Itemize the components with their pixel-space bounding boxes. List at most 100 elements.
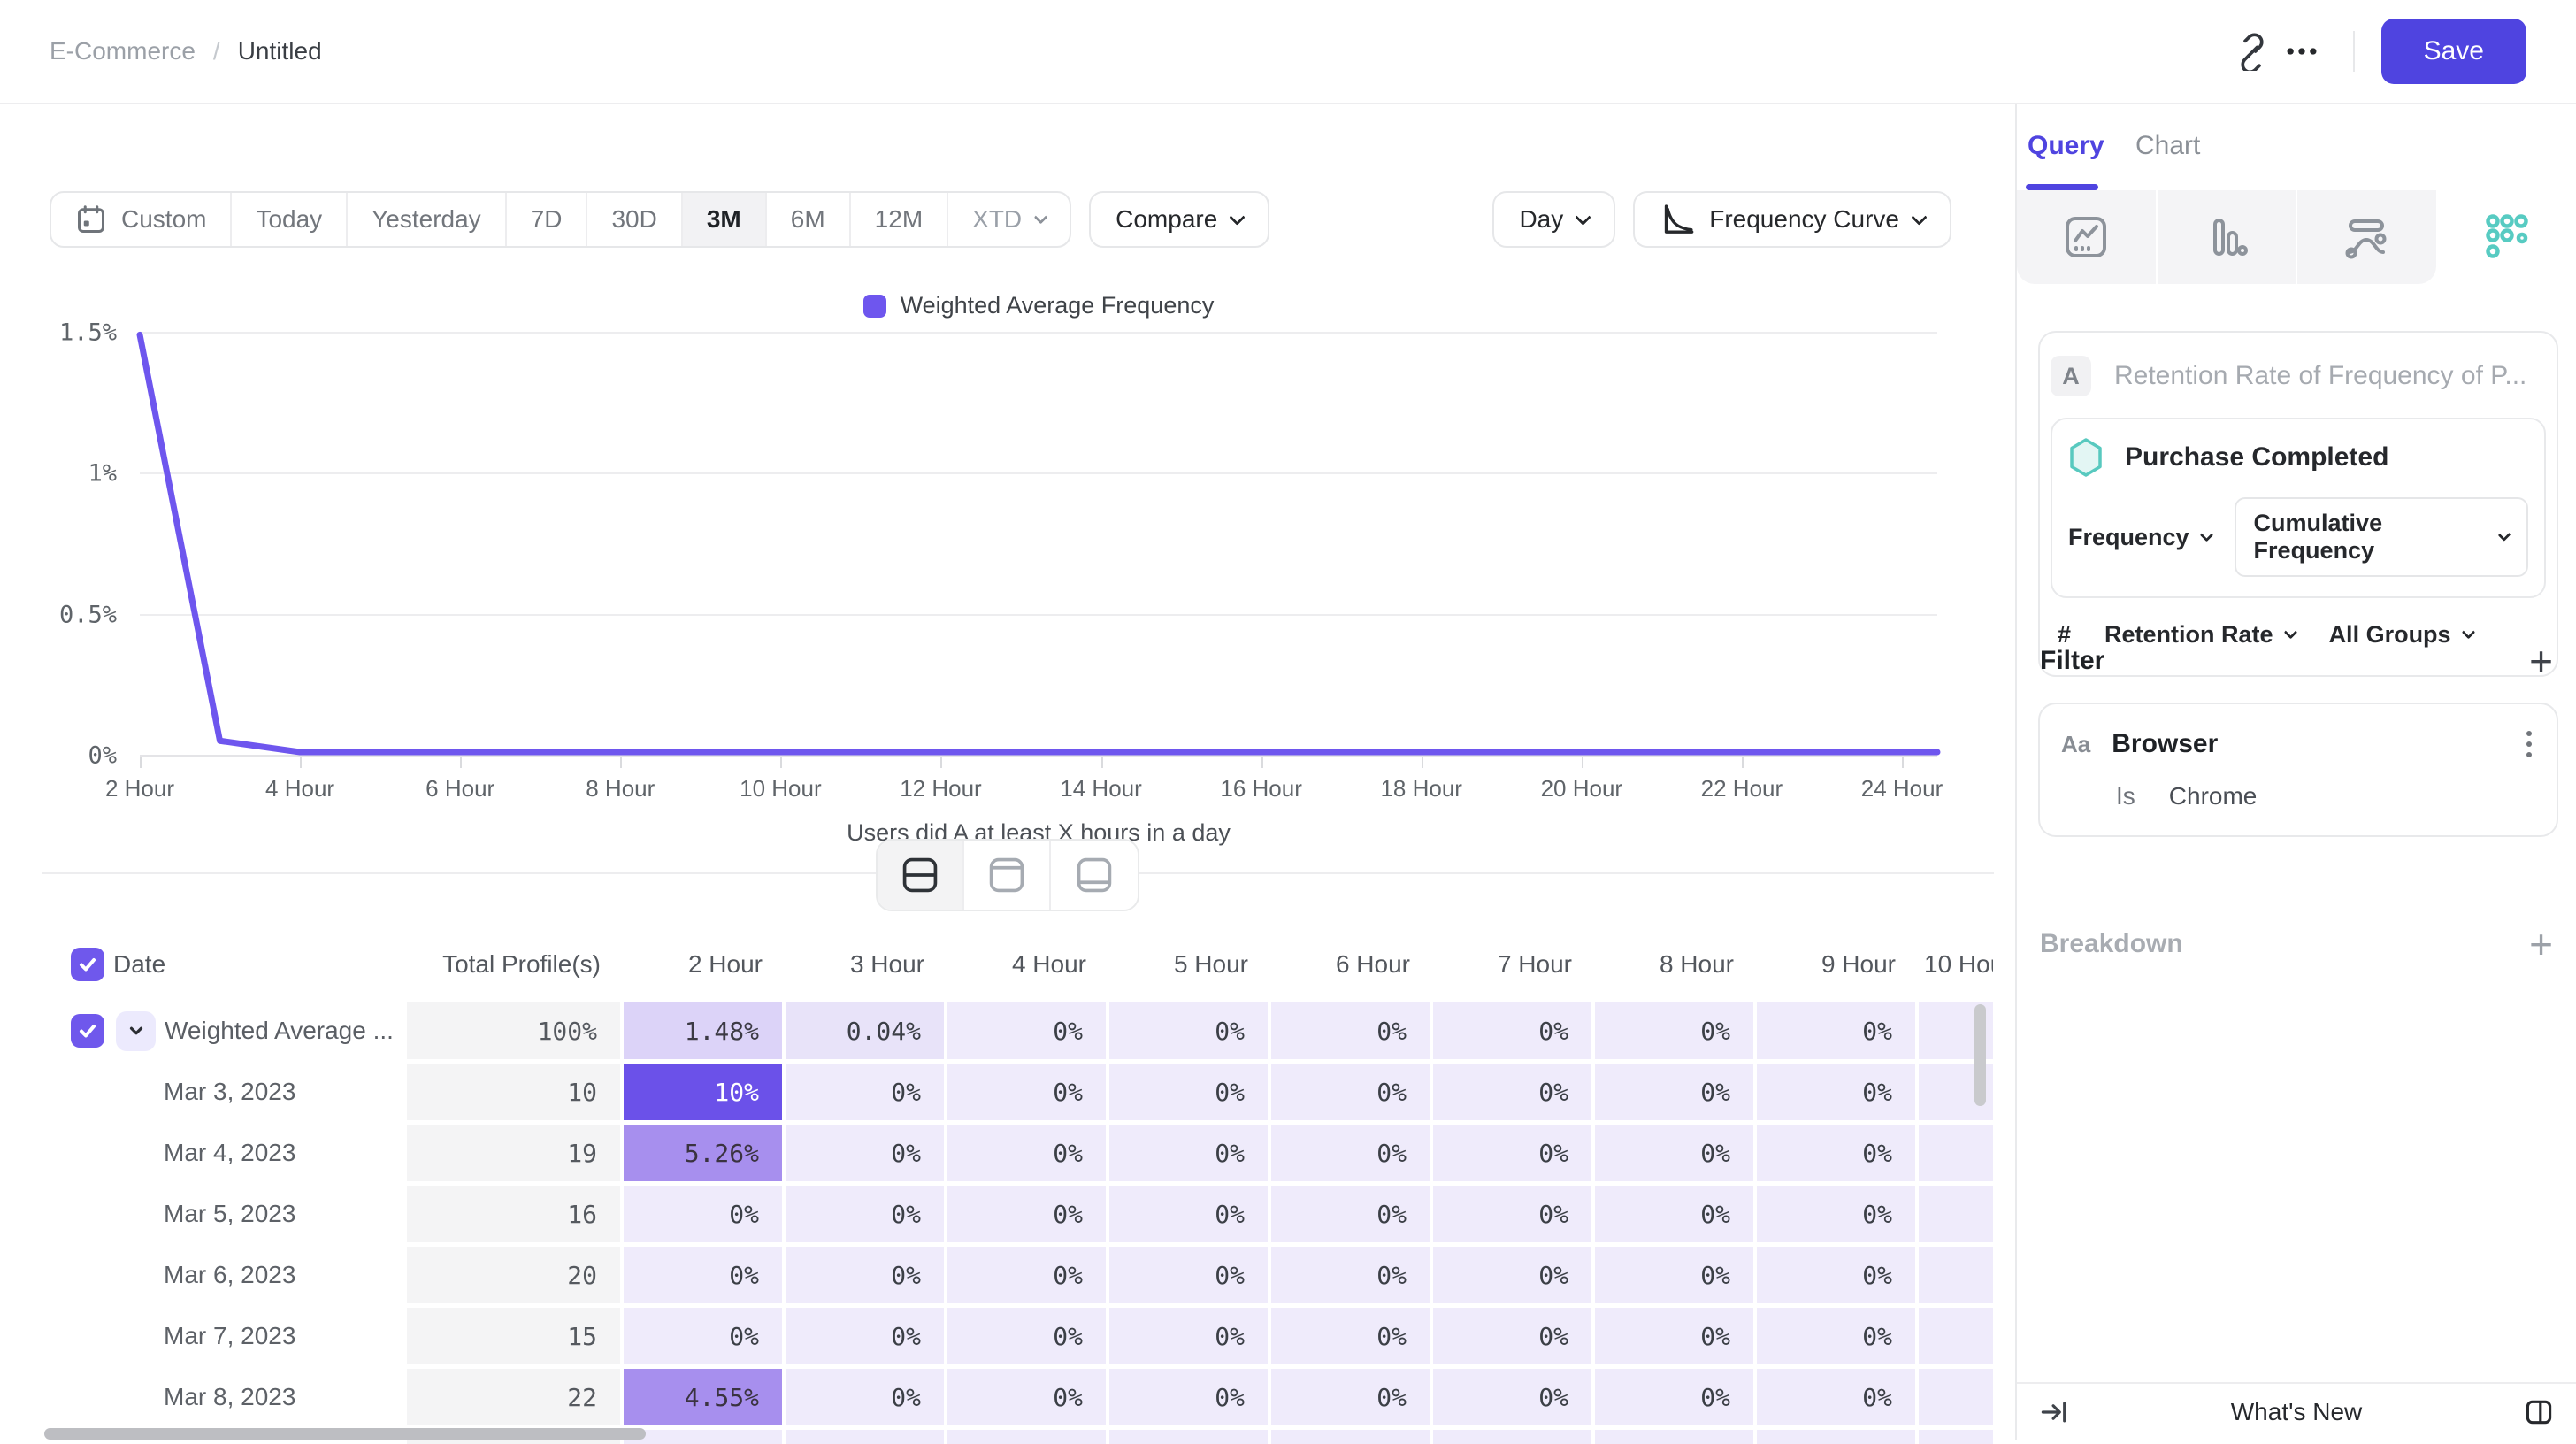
- range-xtd[interactable]: XTD: [948, 193, 1070, 246]
- retention-cell: 0%: [1109, 1002, 1271, 1059]
- retention-cell: [624, 1430, 786, 1444]
- x-axis-tick: [1742, 757, 1744, 768]
- query-title[interactable]: Retention Rate of Frequency of P...: [2114, 361, 2526, 391]
- chart-type-flow[interactable]: [2296, 190, 2436, 284]
- top-panel-icon: [987, 856, 1026, 895]
- column-header: 10 Hour: [1919, 935, 1993, 994]
- breadcrumb-project[interactable]: E-Commerce: [50, 37, 196, 65]
- filter-operator[interactable]: Is: [2116, 782, 2135, 810]
- retention-cell: 0%: [786, 1064, 947, 1120]
- tab-query[interactable]: Query: [2028, 131, 2104, 161]
- table-header-row: DateTotal Profile(s)2 Hour3 Hour4 Hour5 …: [42, 935, 1993, 994]
- x-axis-tick-label: 12 Hour: [900, 775, 982, 803]
- x-axis-tick-label: 20 Hour: [1541, 775, 1623, 803]
- table-row: Mar 7, 2023150%0%0%0%0%0%0%0%0%: [42, 1308, 1993, 1364]
- retention-cell: 0%: [1757, 1002, 1919, 1059]
- x-axis-tick-label: 6 Hour: [426, 775, 494, 803]
- retention-cell: 0%: [1595, 1247, 1757, 1303]
- range-today[interactable]: Today: [232, 193, 348, 246]
- breadcrumb-report-title[interactable]: Untitled: [238, 37, 322, 65]
- compare-label: Compare: [1116, 205, 1217, 234]
- retention-cell: 0%: [1433, 1125, 1595, 1181]
- retention-cell: 0%: [1757, 1308, 1919, 1364]
- date-cell: Mar 7, 2023: [42, 1308, 407, 1364]
- add-breakdown-button[interactable]: +: [2529, 924, 2553, 964]
- range-6m[interactable]: 6M: [767, 193, 851, 246]
- retention-cell: 0%: [1757, 1186, 1919, 1242]
- granularity-button[interactable]: Day: [1492, 191, 1615, 248]
- copy-link-button[interactable]: [2227, 27, 2277, 76]
- x-axis-tick-label: 10 Hour: [740, 775, 822, 803]
- tab-chart[interactable]: Chart: [2135, 131, 2200, 161]
- range-custom[interactable]: Custom: [51, 193, 232, 246]
- query-card: A Retention Rate of Frequency of P... Pu…: [2038, 331, 2558, 677]
- expand-row-button[interactable]: [116, 1011, 156, 1051]
- range-3m[interactable]: 3M: [683, 193, 767, 246]
- range-7d[interactable]: 7D: [507, 193, 588, 246]
- retention-cell: 0%: [1433, 1002, 1595, 1059]
- retention-cell: 1.48%: [624, 1002, 786, 1059]
- column-header: 3 Hour: [786, 935, 947, 994]
- x-axis-tick: [300, 757, 302, 768]
- filter-value[interactable]: Chrome: [2169, 782, 2258, 810]
- retention-cell: 0%: [1757, 1125, 1919, 1181]
- retention-cell: 0%: [786, 1186, 947, 1242]
- retention-cell: 0.04%: [786, 1002, 947, 1059]
- whats-new-link[interactable]: What's New: [2074, 1398, 2519, 1426]
- layout-chart-only-button[interactable]: [964, 841, 1051, 910]
- layout-table-only-button[interactable]: [1051, 841, 1138, 910]
- chart-type-frequency[interactable]: [2436, 190, 2576, 284]
- total-profiles-cell: 100%: [407, 1002, 624, 1059]
- add-filter-button[interactable]: +: [2529, 641, 2553, 681]
- filter-property[interactable]: Browser: [2112, 729, 2218, 759]
- table-row: Mar 4, 2023195.26%0%0%0%0%0%0%0%0%: [42, 1125, 1993, 1181]
- panel-layout-button[interactable]: [2519, 1393, 2558, 1432]
- link-icon: [2233, 32, 2272, 71]
- select-all-checkbox[interactable]: [71, 948, 104, 981]
- chart-type-bar[interactable]: [2156, 190, 2296, 284]
- plot-area: 0%0.5%1%1.5%2 Hour4 Hour6 Hour8 Hour10 H…: [0, 290, 2015, 874]
- layout-split-button[interactable]: [878, 841, 964, 910]
- chart-type-line[interactable]: [2017, 190, 2156, 284]
- date-cell: Mar 5, 2023: [42, 1186, 407, 1242]
- query-title-row: A Retention Rate of Frequency of P...: [2040, 356, 2557, 396]
- more-menu-button[interactable]: [2277, 27, 2327, 76]
- compare-button[interactable]: Compare: [1089, 191, 1269, 248]
- horizontal-scrollbar[interactable]: [44, 1428, 646, 1440]
- x-axis-tick: [140, 757, 142, 768]
- row-checkbox[interactable]: [71, 1014, 104, 1048]
- flow-chart-icon: [2343, 214, 2389, 260]
- filter-property-row: Aa Browser: [2061, 727, 2535, 761]
- chevron-down-icon: [1576, 209, 1591, 225]
- filter-card: Aa Browser Is Chrome: [2038, 703, 2558, 837]
- filter-kebab-menu[interactable]: [2523, 727, 2535, 761]
- collapse-panel-button[interactable]: [2035, 1393, 2074, 1432]
- range-yesterday[interactable]: Yesterday: [348, 193, 507, 246]
- filter-section-header: Filter +: [2040, 641, 2553, 681]
- retention-cell: 0%: [1109, 1064, 1271, 1120]
- layout-toggle-group: [876, 839, 1139, 911]
- retention-cell: [947, 1430, 1109, 1444]
- date-cell: Mar 6, 2023: [42, 1247, 407, 1303]
- chart-style-button[interactable]: Frequency Curve: [1633, 191, 1951, 248]
- y-axis-tick-label: 0.5%: [0, 601, 117, 628]
- retention-cell: [786, 1430, 947, 1444]
- column-header: 6 Hour: [1271, 935, 1433, 994]
- frequency-selector[interactable]: Frequency: [2068, 524, 2212, 551]
- retention-cell: 0%: [1757, 1369, 1919, 1425]
- table-row: Mar 6, 2023200%0%0%0%0%0%0%0%0%: [42, 1247, 1993, 1303]
- save-button[interactable]: Save: [2381, 19, 2526, 84]
- event-row[interactable]: Purchase Completed: [2068, 437, 2528, 478]
- retention-cell: 0%: [1757, 1247, 1919, 1303]
- chevron-down-icon: [2497, 528, 2511, 542]
- range-30d[interactable]: 30D: [587, 193, 682, 246]
- retention-cell: 0%: [786, 1125, 947, 1181]
- vertical-scrollbar[interactable]: [1974, 1004, 1986, 1106]
- gridline: [140, 614, 1937, 616]
- date-cell: Mar 8, 2023: [42, 1369, 407, 1425]
- column-header: 5 Hour: [1109, 935, 1271, 994]
- x-axis-tick: [940, 757, 942, 768]
- frequency-mode-selector[interactable]: Cumulative Frequency: [2235, 497, 2528, 577]
- range-12m[interactable]: 12M: [851, 193, 948, 246]
- retention-cell: 0%: [1109, 1308, 1271, 1364]
